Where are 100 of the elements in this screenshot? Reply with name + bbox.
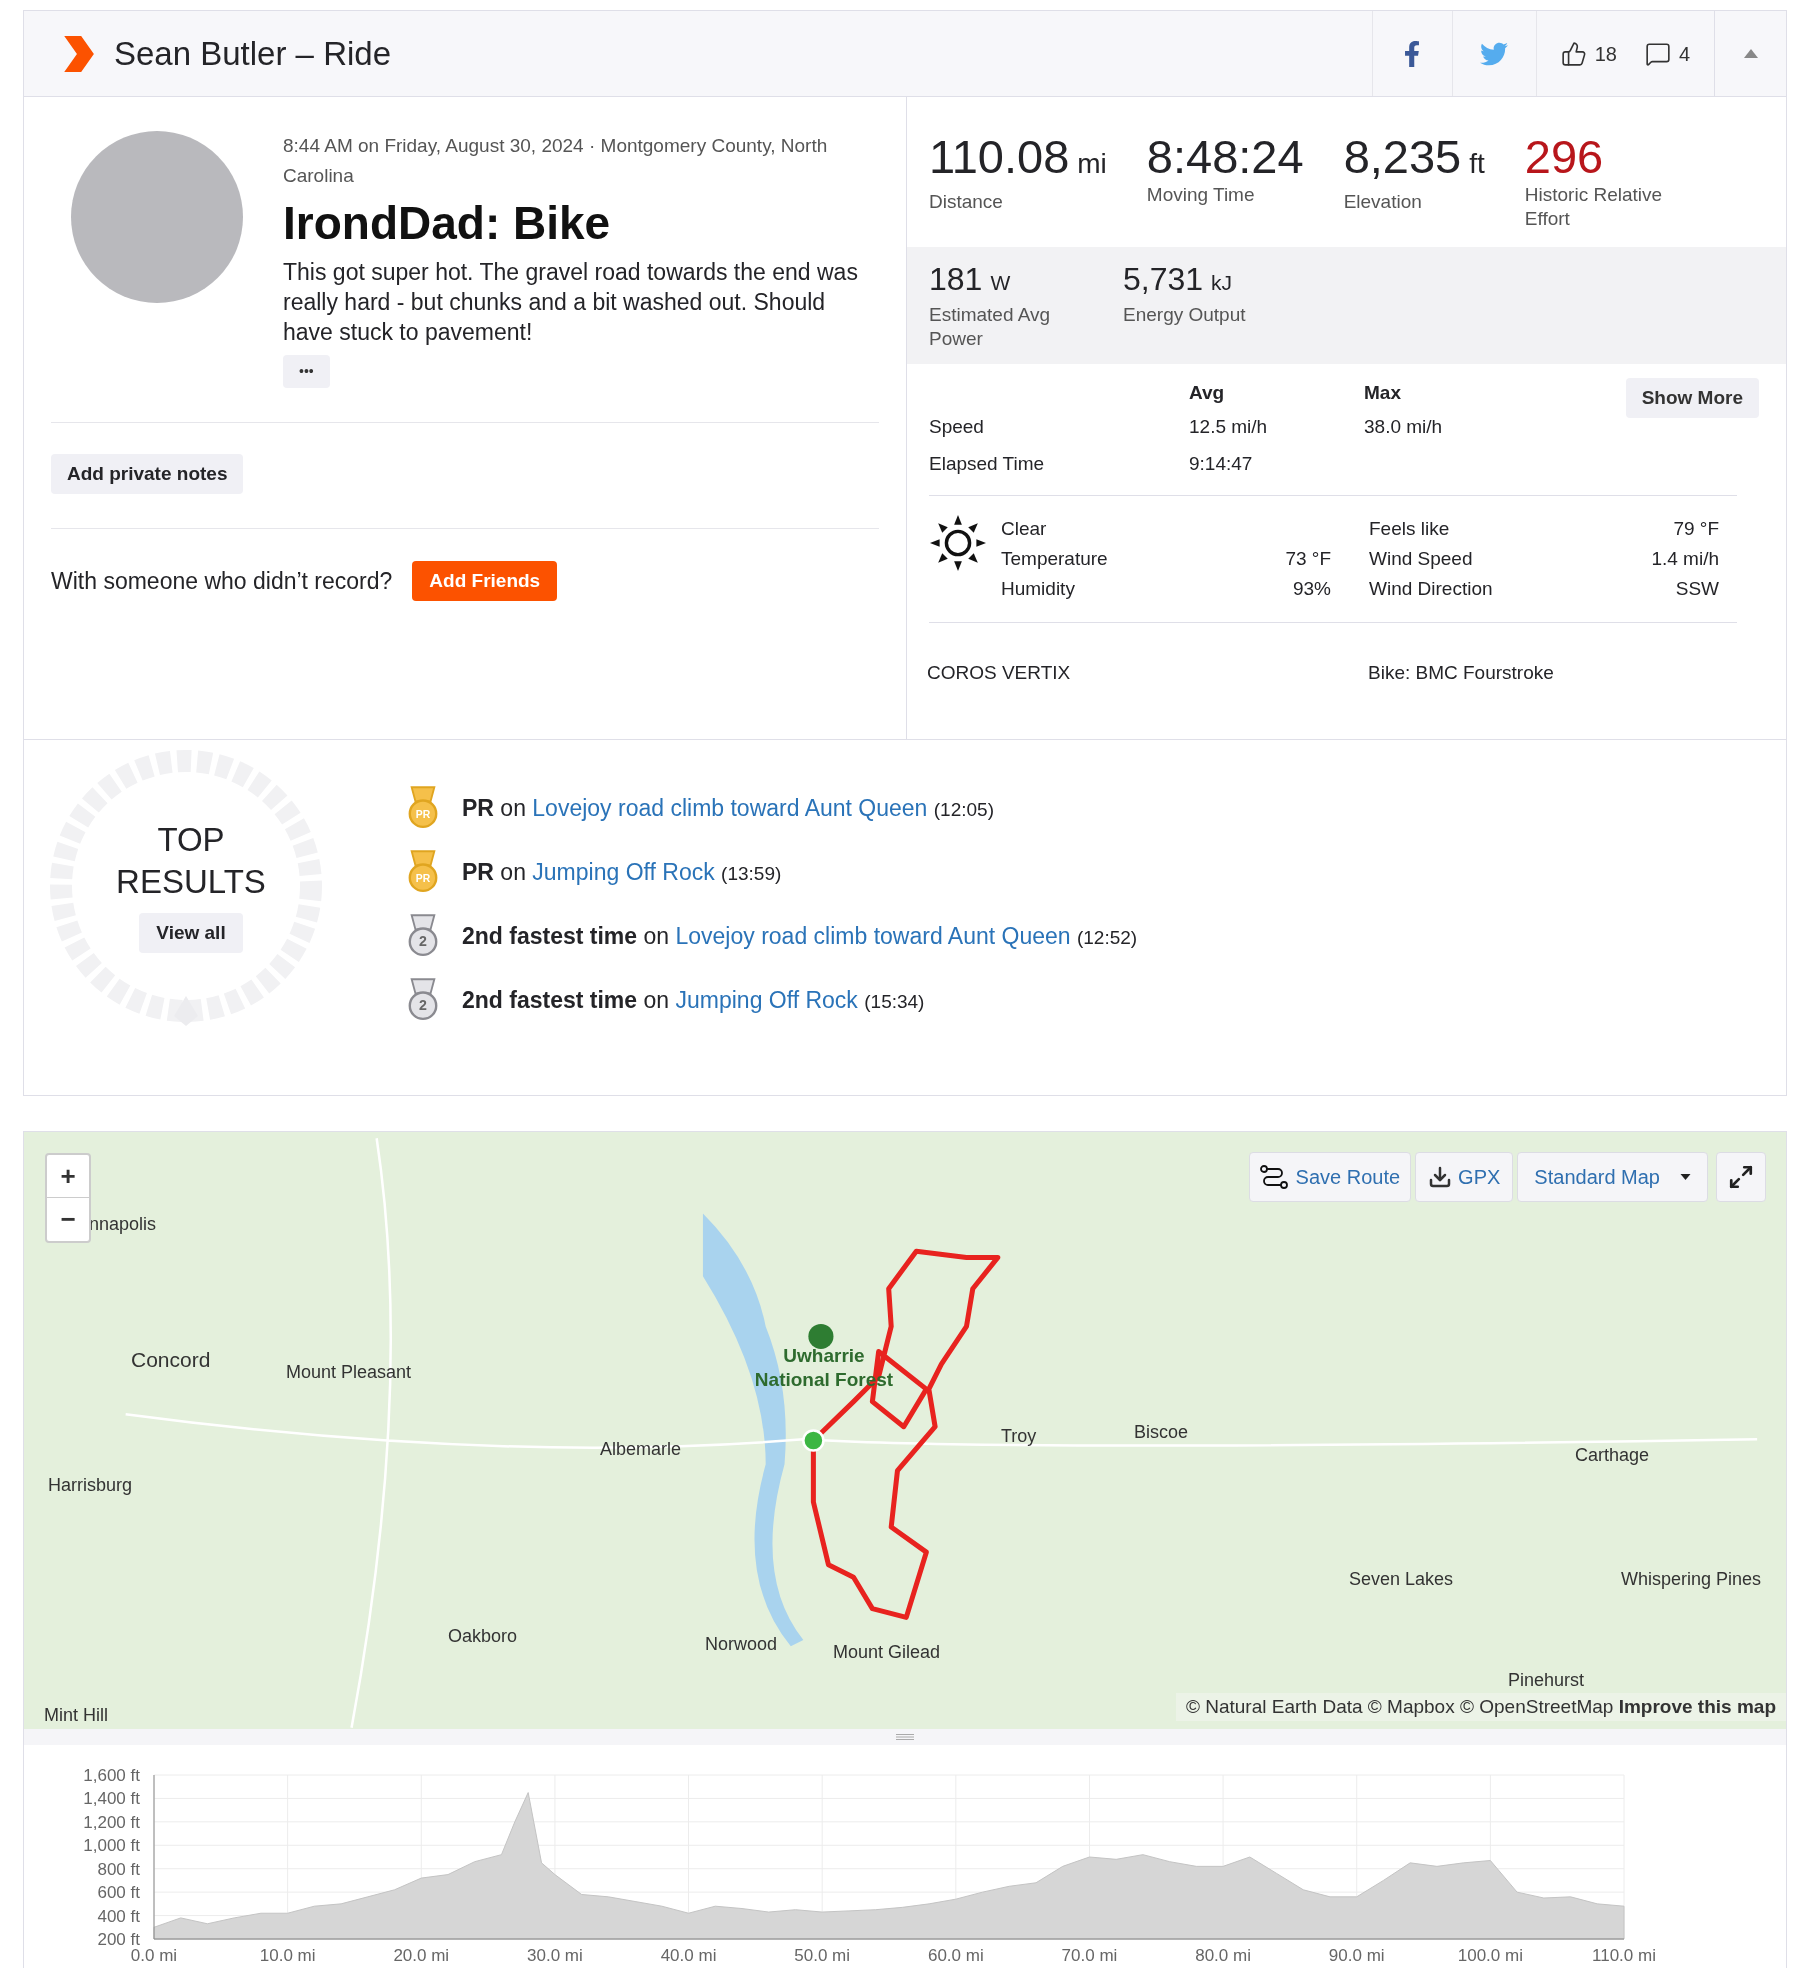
weather-value: SSW [1675,577,1719,601]
park-marker-icon [808,1323,834,1349]
resize-handle-icon[interactable] [896,1734,914,1740]
weather-value: 1.4 mi/h [1651,547,1719,571]
map-place-label: Troy [1001,1425,1037,1448]
map-place-label: Mint Hill [44,1704,108,1727]
y-axis-label: 1,200 ft [83,1812,140,1832]
y-axis-label: 200 ft [97,1930,140,1949]
result-text: 2nd fastest time on Jumping Off Rock (15:34) [462,985,925,1015]
page-title: Sean Butler – Ride [114,33,391,74]
stat-value: 110.08 mi [929,131,1107,185]
segment-link[interactable]: Lovejoy road climb toward Aunt Queen [532,794,928,821]
speech-bubble-icon [1644,40,1671,67]
show-more-button[interactable]: Show More [1625,378,1759,418]
fullscreen-button[interactable] [1716,1152,1766,1202]
y-axis-label: 800 ft [97,1859,140,1879]
segment-link[interactable]: Jumping Off Rock [532,858,715,885]
gpx-download-button[interactable]: GPX [1415,1152,1514,1202]
weather-value: 73 °F [1285,547,1331,571]
view-all-button[interactable]: View all [139,913,243,953]
stat-label: Energy Output [1123,303,1247,327]
table-cell-text: 38.0 mi/h [1364,415,1444,439]
stat-label: Moving Time [1146,183,1256,207]
column-header: Avg [1189,381,1226,405]
stat-label: Elevation [1343,190,1423,214]
sun-icon [929,514,987,572]
map-place-label: Carthage [1575,1444,1650,1467]
map-place-label: Seven Lakes [1349,1568,1454,1591]
caret-down-icon [1680,1174,1691,1180]
x-axis-label: 40.0 mi [660,1946,717,1965]
x-axis-label: 50.0 mi [794,1946,851,1965]
table-cell-text: 9:14:47 [1189,452,1254,476]
map-place-label: Norwood [705,1633,778,1656]
x-axis-label: 10.0 mi [259,1946,316,1965]
chevron-logo-icon [62,35,94,72]
activity-description: This got super hot. The gravel road towards the end was really hard - but chunks and a bit washed out. Should have stuck to pavement! [283,258,859,347]
y-axis-label: 400 ft [97,1906,140,1926]
map-place-label: nnapolis [89,1213,157,1236]
row-label: Elapsed Time [929,452,1046,476]
x-axis-label: 70.0 mi [1061,1946,1118,1965]
y-axis-label: 1,000 ft [83,1836,140,1856]
more-button[interactable]: ••• [283,355,330,388]
thumbs-up-icon [1560,40,1587,67]
y-axis-label: 1,600 ft [83,1766,140,1785]
map-style-dropdown[interactable]: Standard Map [1517,1152,1708,1202]
comments-button[interactable]: 4 [1644,38,1690,69]
activity-date-location: 8:44 AM on Friday, August 30, 2024 · Montgomery County, North Carolina [283,134,829,188]
stat-label: Distance [929,190,1004,214]
friends-prompt: With someone who didn’t record? [51,566,393,596]
improve-map-link[interactable]: Improve this map [1618,1695,1776,1717]
result-text: 2nd fastest time on Lovejoy road climb toward Aunt Queen (12:52) [462,921,1138,951]
map-place-label: Mount Gilead [833,1641,941,1664]
top-results-title: TOP RESULTS [116,820,266,902]
stat-value: 8,235 ft [1343,131,1485,185]
zoom-in-button[interactable]: + [47,1155,89,1198]
start-marker [802,1429,825,1452]
x-axis-label: 20.0 mi [393,1946,450,1965]
column-header: Max [1364,381,1402,405]
weather-condition: Clear [1001,517,1048,541]
stat-value: 5,731 kJ [1123,260,1234,299]
stat-label: Estimated Avg Power [929,303,1052,351]
weather-label: Wind Direction [1369,577,1493,601]
device-name: COROS VERTIX [927,661,1072,685]
stat-value: 181 W [929,260,1012,299]
fullscreen-icon [1728,1164,1754,1190]
map-place-label: Biscoe [1134,1421,1189,1444]
map-place-label: Mount Pleasant [286,1361,412,1384]
weather-label: Feels like [1369,517,1450,541]
map-place-label: Pinehurst [1508,1669,1585,1692]
y-axis-label: 1,400 ft [83,1789,140,1809]
map-place-label: Oakboro [448,1625,518,1648]
result-text: PR on Lovejoy road climb toward Aunt Queen (12:05) [462,793,994,823]
caret-up-icon [1743,49,1758,58]
x-axis-label: 110.0 mi [1592,1946,1656,1965]
kudos-button[interactable]: 18 [1560,38,1617,69]
map-place-label: Concord [131,1347,211,1373]
weather-label: Wind Speed [1369,547,1473,571]
x-axis-label: 90.0 mi [1328,1946,1385,1965]
map-place-label: Albemarle [600,1438,682,1461]
stat-label: Historic Relative Effort [1524,183,1664,231]
zoom-out-button[interactable]: − [47,1198,89,1241]
add-private-notes-button[interactable]: Add private notes [51,454,244,494]
attribution-text: © Natural Earth Data © Mapbox © OpenStreetMap [1185,1695,1614,1717]
x-axis-label: 0.0 mi [130,1946,178,1965]
stat-value: 8:48:24 [1146,131,1304,183]
x-axis-label: 80.0 mi [1195,1946,1251,1965]
route-icon [1259,1165,1288,1189]
segment-link[interactable]: Lovejoy road climb toward Aunt Queen [675,922,1071,949]
x-axis-label: 30.0 mi [527,1946,583,1965]
map-place-label: Harrisburg [48,1474,133,1497]
weather-value: 79 °F [1673,517,1719,541]
map-place-label: Whispering Pines [1621,1568,1762,1591]
segment-link[interactable]: Jumping Off Rock [675,986,858,1013]
row-label: Speed [929,415,985,439]
y-axis-label: 600 ft [97,1883,140,1903]
weather-value: 93% [1292,577,1331,601]
table-cell-text: 12.5 mi/h [1189,415,1269,439]
gear-name: Bike: BMC Fourstroke [1368,661,1554,685]
save-route-button[interactable]: Save Route [1248,1152,1412,1202]
x-axis-label: 100.0 mi [1457,1946,1523,1965]
